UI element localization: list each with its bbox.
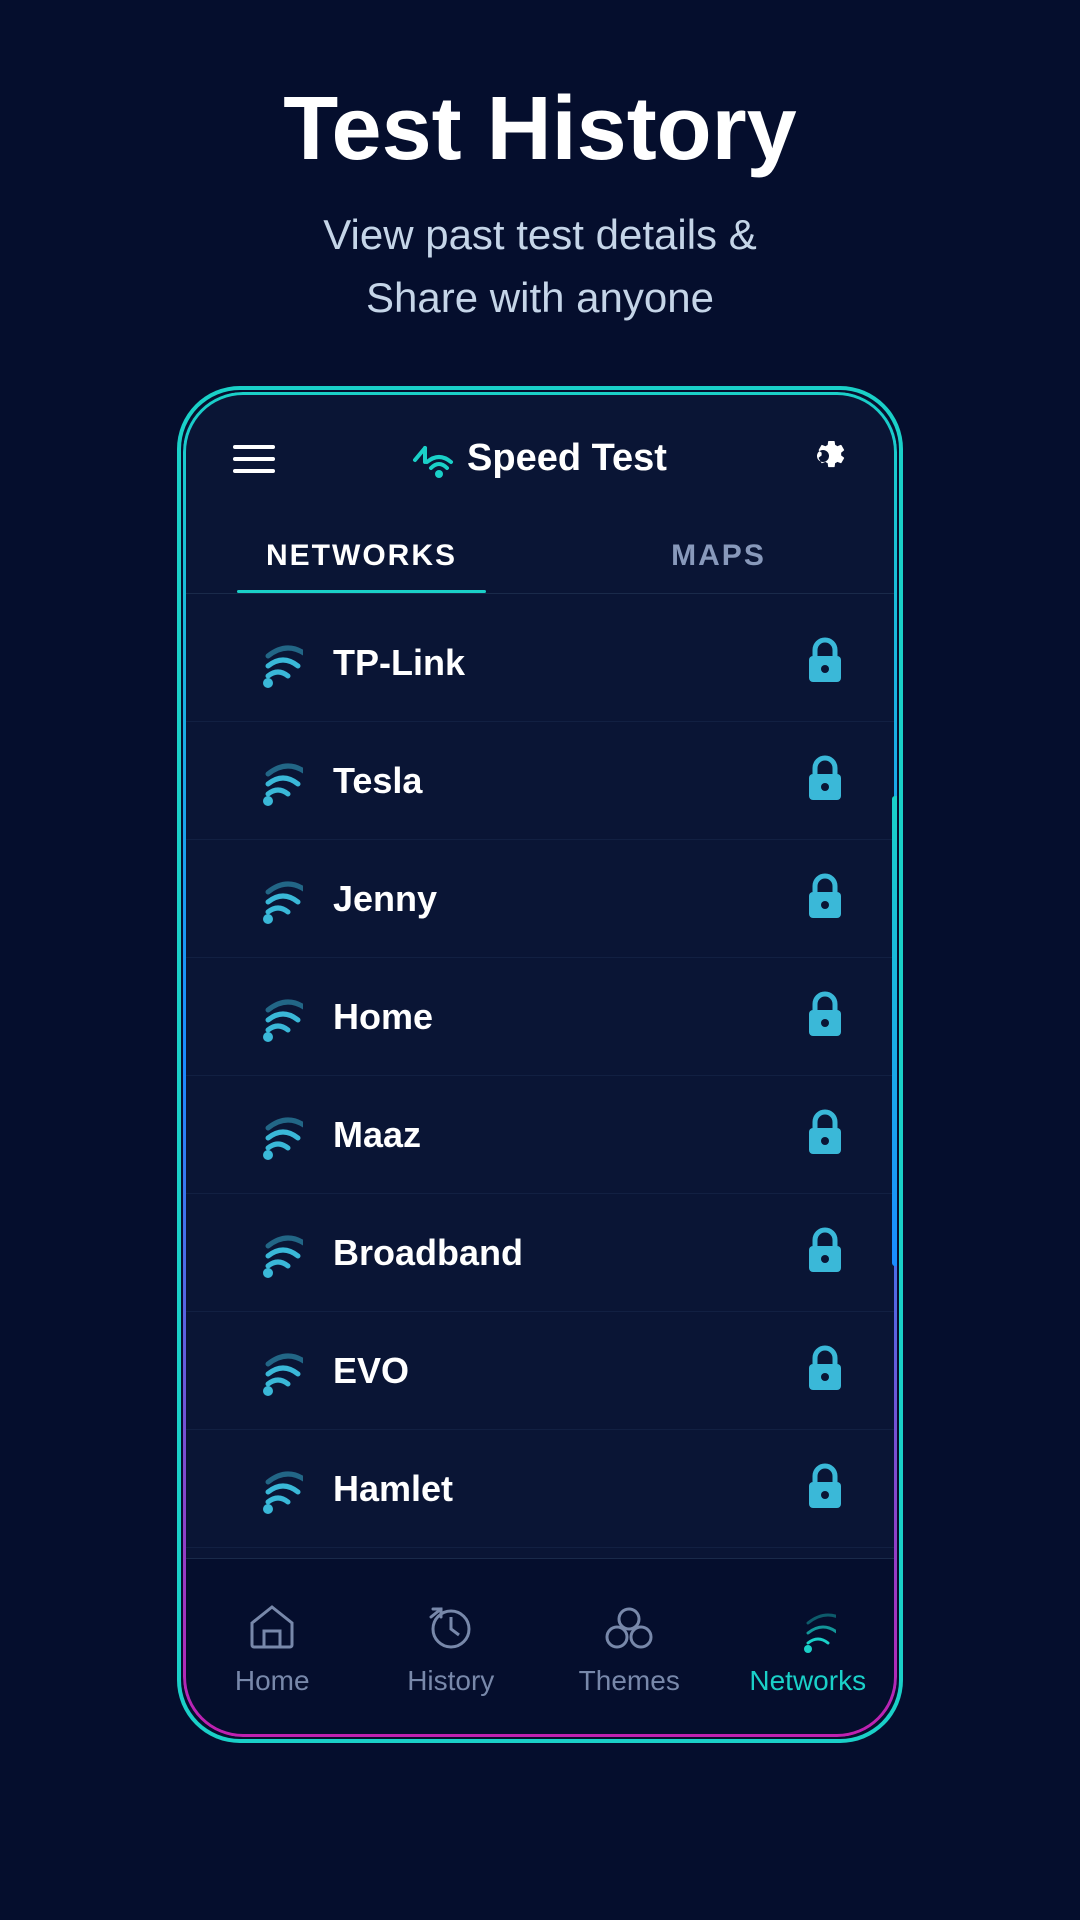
nav-themes[interactable]: Themes: [540, 1579, 719, 1727]
lock-icon: [803, 1106, 847, 1163]
hamburger-button[interactable]: [233, 445, 275, 473]
nav-home-label: Home: [235, 1665, 310, 1697]
lock-icon: [803, 988, 847, 1045]
nav-themes-label: Themes: [579, 1665, 680, 1697]
network-item[interactable]: Broadband: [183, 1194, 897, 1312]
network-name: Maaz: [333, 1114, 803, 1156]
lock-icon: [803, 1224, 847, 1281]
network-item[interactable]: Jenny: [183, 840, 897, 958]
nav-networks-label: Networks: [749, 1665, 866, 1697]
network-name: Broadband: [333, 1232, 803, 1274]
network-name: Hamlet: [333, 1468, 803, 1510]
wifi-signal-icon: [233, 1340, 303, 1401]
app-logo: Speed Test: [407, 437, 667, 480]
wifi-signal-icon: [233, 632, 303, 693]
network-name: Home: [333, 996, 803, 1038]
app-topbar: Speed Test: [183, 392, 897, 515]
wifi-logo-icon: [407, 440, 455, 478]
network-list: TP-Link: [183, 594, 897, 1558]
lock-icon: [803, 752, 847, 809]
nav-history-label: History: [407, 1665, 494, 1697]
bottom-nav: Home History Themes: [183, 1558, 897, 1737]
hero-section: Test History View past test details &Sha…: [0, 0, 1080, 389]
hero-subtitle: View past test details &Share with anyon…: [60, 203, 1020, 329]
wifi-signal-icon: [233, 1222, 303, 1283]
network-item[interactable]: Tesla: [183, 722, 897, 840]
lock-icon: [803, 1342, 847, 1399]
network-name: TP-Link: [333, 642, 803, 684]
app-name-label: Speed Test: [467, 437, 667, 480]
wifi-signal-icon: [233, 750, 303, 811]
lock-icon: [803, 1460, 847, 1517]
network-name: Tesla: [333, 760, 803, 802]
settings-button[interactable]: [799, 432, 847, 485]
lock-icon: [803, 634, 847, 691]
network-item[interactable]: TP-Link: [183, 604, 897, 722]
phone-screen: Speed Test NETWORKS MAPS: [183, 392, 897, 1737]
nav-networks[interactable]: Networks: [719, 1579, 898, 1727]
wifi-signal-icon: [233, 1458, 303, 1519]
nav-home[interactable]: Home: [183, 1579, 362, 1727]
network-name: EVO: [333, 1350, 803, 1392]
wifi-signal-icon: [233, 986, 303, 1047]
network-name: Jenny: [333, 878, 803, 920]
network-item[interactable]: Home: [183, 958, 897, 1076]
network-item[interactable]: Hamlet: [183, 1430, 897, 1548]
wifi-signal-icon: [233, 868, 303, 929]
tab-maps[interactable]: MAPS: [540, 515, 897, 593]
tab-bar: NETWORKS MAPS: [183, 515, 897, 594]
nav-history[interactable]: History: [362, 1579, 541, 1727]
hero-title: Test History: [60, 80, 1020, 179]
phone-mockup: Speed Test NETWORKS MAPS: [180, 389, 900, 1740]
lock-icon: [803, 870, 847, 927]
network-item[interactable]: Maaz: [183, 1076, 897, 1194]
wifi-signal-icon: [233, 1104, 303, 1165]
tab-networks[interactable]: NETWORKS: [183, 515, 540, 593]
network-item[interactable]: EVO: [183, 1312, 897, 1430]
